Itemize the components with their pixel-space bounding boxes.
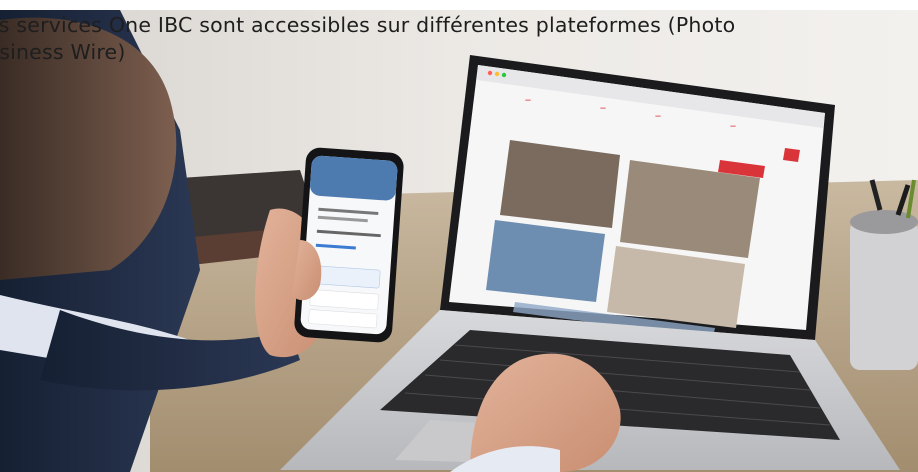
svg-text:—: —: [600, 105, 606, 112]
photo-caption: es services One IBC sont accessibles sur…: [0, 12, 918, 66]
laptop: — — — —: [440, 55, 835, 340]
svg-text:—: —: [655, 113, 661, 120]
svg-text:—: —: [730, 123, 736, 130]
photo-scene: — — — —: [0, 10, 918, 472]
photo: — — — —: [0, 10, 918, 472]
caption-line-1: es services One IBC sont accessibles sur…: [0, 13, 736, 37]
svg-text:—: —: [525, 97, 531, 104]
caption-line-2: usiness Wire): [0, 40, 126, 64]
